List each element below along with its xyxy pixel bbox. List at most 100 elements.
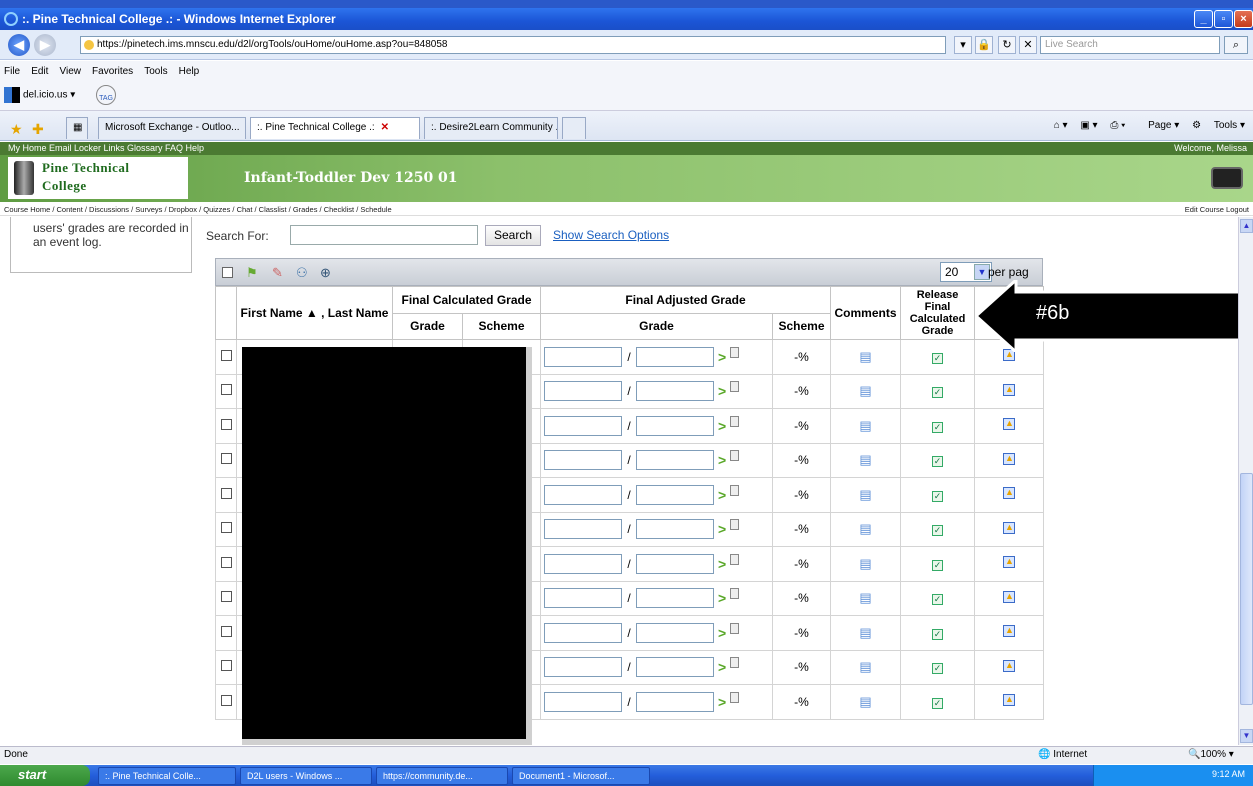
chevron-right-icon[interactable]: > (718, 452, 726, 468)
menu-favorites[interactable]: Favorites (92, 66, 133, 77)
scroll-up-icon[interactable]: ▲ (1240, 219, 1253, 233)
points-numerator-input[interactable] (544, 381, 623, 402)
refresh-icon[interactable]: ↻ (998, 36, 1016, 54)
tab-desire2learn[interactable]: :. Desire2Learn Community .: (424, 117, 558, 139)
points-denominator-input[interactable] (636, 450, 715, 471)
course-tools-links[interactable]: Course Home / Content / Discussions / Su… (4, 205, 392, 214)
warning-icon[interactable] (1003, 694, 1016, 707)
delicious-button[interactable]: del.icio.us ▾ (4, 87, 75, 103)
per-page-select[interactable]: 20 ▼ (940, 262, 992, 282)
release-checkbox[interactable]: ✓ (932, 628, 944, 640)
print-icon[interactable]: ⎙ ▾ (1110, 120, 1125, 131)
add-favorites-icon[interactable]: ✚ (32, 121, 44, 138)
zoom-control[interactable]: 🔍100% ▾ (1188, 749, 1234, 760)
url-field[interactable]: https://pinetech.ims.mnscu.edu/d2l/orgTo… (80, 36, 946, 54)
points-numerator-input[interactable] (544, 450, 623, 471)
new-tab-button[interactable] (562, 117, 586, 139)
calculator-icon[interactable] (730, 519, 740, 531)
row-checkbox[interactable] (220, 660, 232, 672)
live-search-input[interactable]: Live Search (1040, 36, 1220, 54)
menu-help[interactable]: Help (179, 66, 200, 77)
url-dropdown-icon[interactable]: ▾ (954, 36, 972, 54)
calculator-icon[interactable] (730, 450, 740, 462)
comment-icon[interactable]: ▤ (859, 487, 871, 502)
comment-icon[interactable]: ▤ (859, 625, 871, 640)
forward-button[interactable]: ▶ (34, 34, 56, 56)
home-icon[interactable]: ⌂ ▾ (1054, 120, 1068, 131)
points-numerator-input[interactable] (544, 415, 623, 436)
chevron-right-icon[interactable]: > (718, 487, 726, 503)
tools-menu[interactable]: ⚙ Tools ▾ (1192, 120, 1245, 131)
flag-icon[interactable]: ⚑ (246, 265, 258, 281)
banner-device-icon[interactable] (1211, 167, 1243, 189)
warning-icon[interactable] (1003, 625, 1016, 638)
calculator-icon[interactable] (730, 415, 740, 427)
row-checkbox[interactable] (220, 349, 232, 361)
points-numerator-input[interactable] (544, 484, 623, 505)
pencil-icon[interactable]: ✎ (272, 265, 283, 281)
comment-icon[interactable]: ▤ (859, 383, 871, 398)
taskbar-item-d2l-users[interactable]: D2L users - Windows ... (240, 767, 372, 785)
search-button[interactable]: Search (485, 225, 541, 246)
points-denominator-input[interactable] (636, 657, 715, 678)
tab-pine-technical[interactable]: :. Pine Technical College .: ✕ (250, 117, 420, 139)
warning-icon[interactable] (1003, 418, 1016, 431)
points-numerator-input[interactable] (544, 553, 623, 574)
calculator-icon[interactable] (730, 588, 740, 600)
search-icon[interactable]: ⌕ (1224, 36, 1248, 54)
comment-icon[interactable]: ▤ (859, 556, 871, 571)
points-numerator-input[interactable] (544, 657, 623, 678)
points-numerator-input[interactable] (544, 622, 623, 643)
stop-icon[interactable]: ✕ (1019, 36, 1037, 54)
edit-course-logout[interactable]: Edit Course Logout (1185, 205, 1249, 214)
calculator-icon[interactable] (730, 381, 740, 393)
release-checkbox[interactable]: ✓ (932, 387, 944, 399)
users-icon[interactable]: ⚇ (296, 265, 308, 281)
row-checkbox[interactable] (220, 522, 232, 534)
warning-icon[interactable] (1003, 556, 1016, 569)
chevron-right-icon[interactable]: > (718, 659, 726, 675)
comment-icon[interactable]: ▤ (859, 590, 871, 605)
release-checkbox[interactable]: ✓ (932, 352, 944, 364)
chevron-right-icon[interactable]: > (718, 383, 726, 399)
maximize-button[interactable]: ▫ (1214, 10, 1233, 28)
points-denominator-input[interactable] (636, 415, 715, 436)
back-button[interactable]: ◀ (8, 34, 30, 56)
chevron-right-icon[interactable]: > (718, 556, 726, 572)
feeds-icon[interactable]: ▣ ▾ (1080, 120, 1097, 131)
chevron-right-icon[interactable]: > (718, 694, 726, 710)
points-denominator-input[interactable] (636, 553, 715, 574)
points-denominator-input[interactable] (636, 622, 715, 643)
release-checkbox[interactable]: ✓ (932, 663, 944, 675)
comment-icon[interactable]: ▤ (859, 659, 871, 674)
tab-exchange[interactable]: Microsoft Exchange - Outloo... (98, 117, 246, 139)
warning-icon[interactable] (1003, 521, 1016, 534)
page-menu[interactable]: Page ▾ (1138, 120, 1179, 131)
vertical-scrollbar[interactable]: ▲ ▼ (1238, 217, 1253, 745)
points-denominator-input[interactable] (636, 484, 715, 505)
row-checkbox[interactable] (220, 384, 232, 396)
release-checkbox[interactable]: ✓ (932, 525, 944, 537)
release-checkbox[interactable]: ✓ (932, 490, 944, 502)
chevron-right-icon[interactable]: > (718, 625, 726, 641)
points-denominator-input[interactable] (636, 519, 715, 540)
preview-icon[interactable]: ⊕ (320, 265, 331, 281)
tag-button[interactable]: TAG (96, 85, 116, 105)
menu-view[interactable]: View (59, 66, 81, 77)
calculator-icon[interactable] (730, 691, 740, 703)
calculator-icon[interactable] (730, 346, 740, 358)
warning-icon[interactable] (1003, 383, 1016, 396)
warning-icon[interactable] (1003, 659, 1016, 672)
name-column-header[interactable]: First Name ▲ , Last Name (236, 286, 393, 340)
calculator-icon[interactable] (730, 484, 740, 496)
calculator-icon[interactable] (730, 622, 740, 634)
row-checkbox[interactable] (220, 556, 232, 568)
scroll-thumb[interactable] (1240, 473, 1253, 705)
comment-icon[interactable]: ▤ (859, 418, 871, 433)
calculator-icon[interactable] (730, 657, 740, 669)
points-numerator-input[interactable] (544, 346, 623, 367)
points-numerator-input[interactable] (544, 691, 623, 712)
quick-tabs-button[interactable]: ▦ (66, 117, 88, 139)
points-denominator-input[interactable] (636, 346, 715, 367)
menu-tools[interactable]: Tools (144, 66, 167, 77)
